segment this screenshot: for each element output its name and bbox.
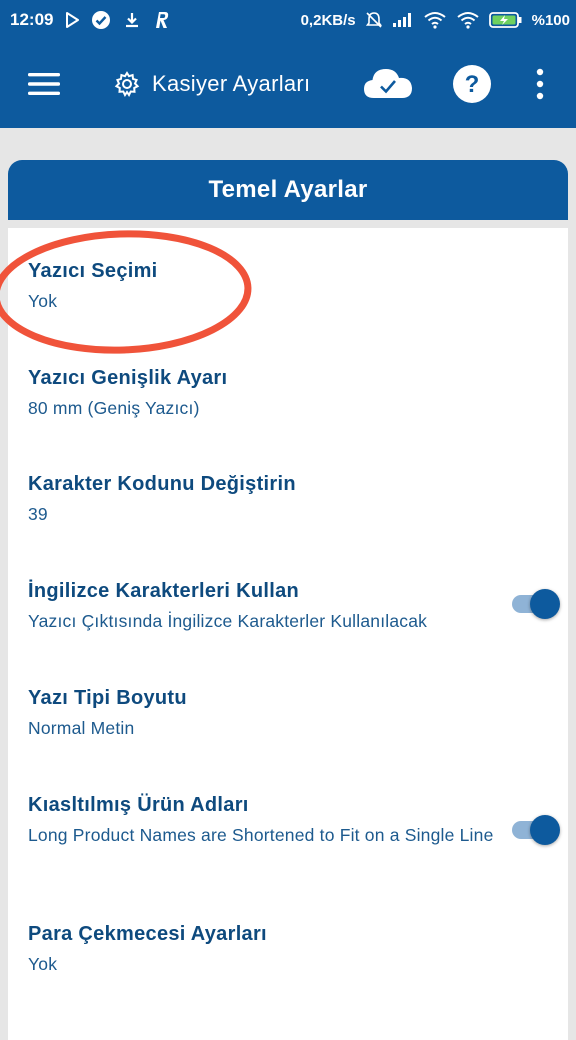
- signal-icon: [392, 12, 414, 28]
- setting-value: 39: [28, 504, 48, 524]
- setting-value: 80 mm (Geniş Yazıcı): [28, 398, 200, 418]
- check-circle-icon: [91, 10, 111, 30]
- menu-icon: [28, 73, 60, 95]
- card-header: Temel Ayarlar: [8, 160, 568, 220]
- network-speed: 0,2KB/s: [300, 11, 356, 29]
- more-vertical-icon: [536, 68, 544, 100]
- setting-value: Normal Metin: [28, 718, 135, 738]
- setting-title: İngilizce Karakterleri Kullan: [28, 580, 300, 602]
- setting-shortened-product-names[interactable]: Kıasltılmış Ürün Adları Long Product Nam…: [8, 792, 568, 846]
- setting-cash-drawer[interactable]: Para Çekmecesi Ayarları Yok: [8, 921, 568, 975]
- settings-card: Temel Ayarlar Yazıcı Seçimi Yok Yazıcı G…: [8, 160, 568, 1040]
- alarm-off-icon: [365, 11, 383, 29]
- setting-title: Yazı Tipi Boyutu: [28, 687, 187, 709]
- toggle-knob: [530, 815, 560, 845]
- setting-title: Yazıcı Genişlik Ayarı: [28, 367, 228, 389]
- more-options-button[interactable]: [528, 64, 552, 104]
- setting-printer-width[interactable]: Yazıcı Genişlik Ayarı 80 mm (Geniş Yazıc…: [8, 365, 568, 419]
- help-button[interactable]: ?: [452, 64, 492, 104]
- setting-title: Para Çekmecesi Ayarları: [28, 923, 267, 945]
- r-app-icon: [153, 11, 171, 29]
- gear-icon: [114, 71, 140, 97]
- battery-charging-icon: [488, 11, 523, 29]
- setting-value: Yok: [28, 291, 58, 311]
- setting-english-characters[interactable]: İngilizce Karakterleri Kullan Yazıcı Çık…: [8, 578, 568, 632]
- menu-button[interactable]: [26, 66, 62, 102]
- setting-title: Kıasltılmış Ürün Adları: [28, 794, 249, 816]
- app-bar: Kasiyer Ayarları ?: [0, 40, 576, 128]
- setting-title: Yazıcı Seçimi: [28, 260, 158, 282]
- toggle-knob: [530, 589, 560, 619]
- help-icon: ?: [453, 65, 491, 103]
- battery-level: %100: [531, 11, 570, 29]
- wifi-secondary-icon: [456, 11, 480, 29]
- play-store-icon: [65, 12, 80, 28]
- setting-printer-selection[interactable]: Yazıcı Seçimi Yok: [8, 258, 568, 312]
- svg-text:?: ?: [465, 71, 480, 98]
- download-icon: [123, 11, 141, 29]
- page-title: Kasiyer Ayarları: [152, 71, 311, 96]
- status-bar: 12:09 0,2KB/s %100: [0, 0, 576, 40]
- section-title: Temel Ayarlar: [208, 176, 368, 203]
- setting-font-size[interactable]: Yazı Tipi Boyutu Normal Metin: [8, 685, 568, 739]
- setting-description: Long Product Names are Shortened to Fit …: [28, 825, 494, 845]
- english-characters-toggle[interactable]: [512, 587, 560, 619]
- shortened-product-names-toggle[interactable]: [512, 813, 560, 845]
- sync-button[interactable]: [360, 62, 416, 106]
- setting-character-code[interactable]: Karakter Kodunu Değiştirin 39: [8, 471, 568, 525]
- wifi-icon: [423, 11, 447, 29]
- cloud-check-icon: [364, 69, 412, 98]
- app-title-group: Kasiyer Ayarları: [114, 64, 310, 104]
- setting-title: Karakter Kodunu Değiştirin: [28, 473, 296, 495]
- status-time: 12:09: [10, 10, 54, 29]
- setting-description: Yazıcı Çıktısında İngilizce Karakterler …: [28, 611, 428, 631]
- setting-value: Yok: [28, 954, 58, 974]
- header-divider: [8, 220, 568, 228]
